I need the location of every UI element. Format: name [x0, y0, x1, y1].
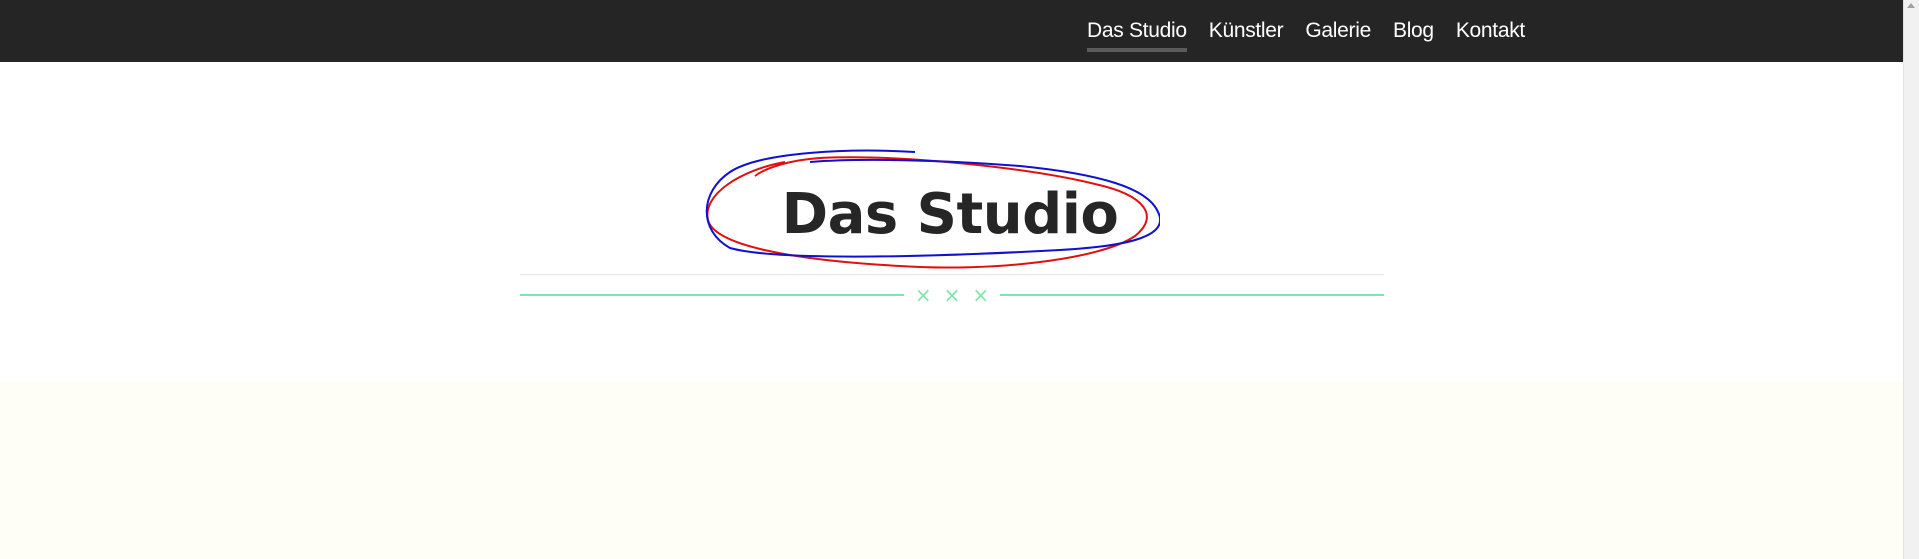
title-divider-thin — [520, 274, 1384, 275]
cross-mark-icon: × — [972, 283, 990, 307]
title-divider-accent: × × × — [520, 283, 1384, 307]
nav-link-kontakt[interactable]: Kontakt — [1456, 19, 1525, 43]
page-title: Das Studio — [781, 182, 1119, 247]
main-navigation: Das Studio Künstler Galerie Blog Kontakt — [1087, 0, 1525, 62]
cross-mark-icon: × — [943, 283, 961, 307]
top-navbar: Das Studio Künstler Galerie Blog Kontakt — [0, 0, 1903, 62]
divider-marks: × × × — [904, 283, 1000, 307]
cross-mark-icon: × — [914, 283, 932, 307]
nav-link-das-studio[interactable]: Das Studio — [1087, 19, 1187, 52]
title-block: Das Studio — [700, 140, 1160, 290]
nav-link-kuenstler[interactable]: Künstler — [1209, 19, 1284, 43]
divider-line-right — [1000, 294, 1384, 296]
content-section — [0, 382, 1903, 559]
scroll-up-arrow-icon[interactable] — [1907, 3, 1915, 8]
page: Das Studio Künstler Galerie Blog Kontakt… — [0, 0, 1919, 559]
nav-link-galerie[interactable]: Galerie — [1305, 19, 1371, 43]
vertical-scrollbar[interactable] — [1903, 0, 1919, 559]
divider-line-left — [520, 294, 904, 296]
nav-link-blog[interactable]: Blog — [1393, 19, 1434, 43]
